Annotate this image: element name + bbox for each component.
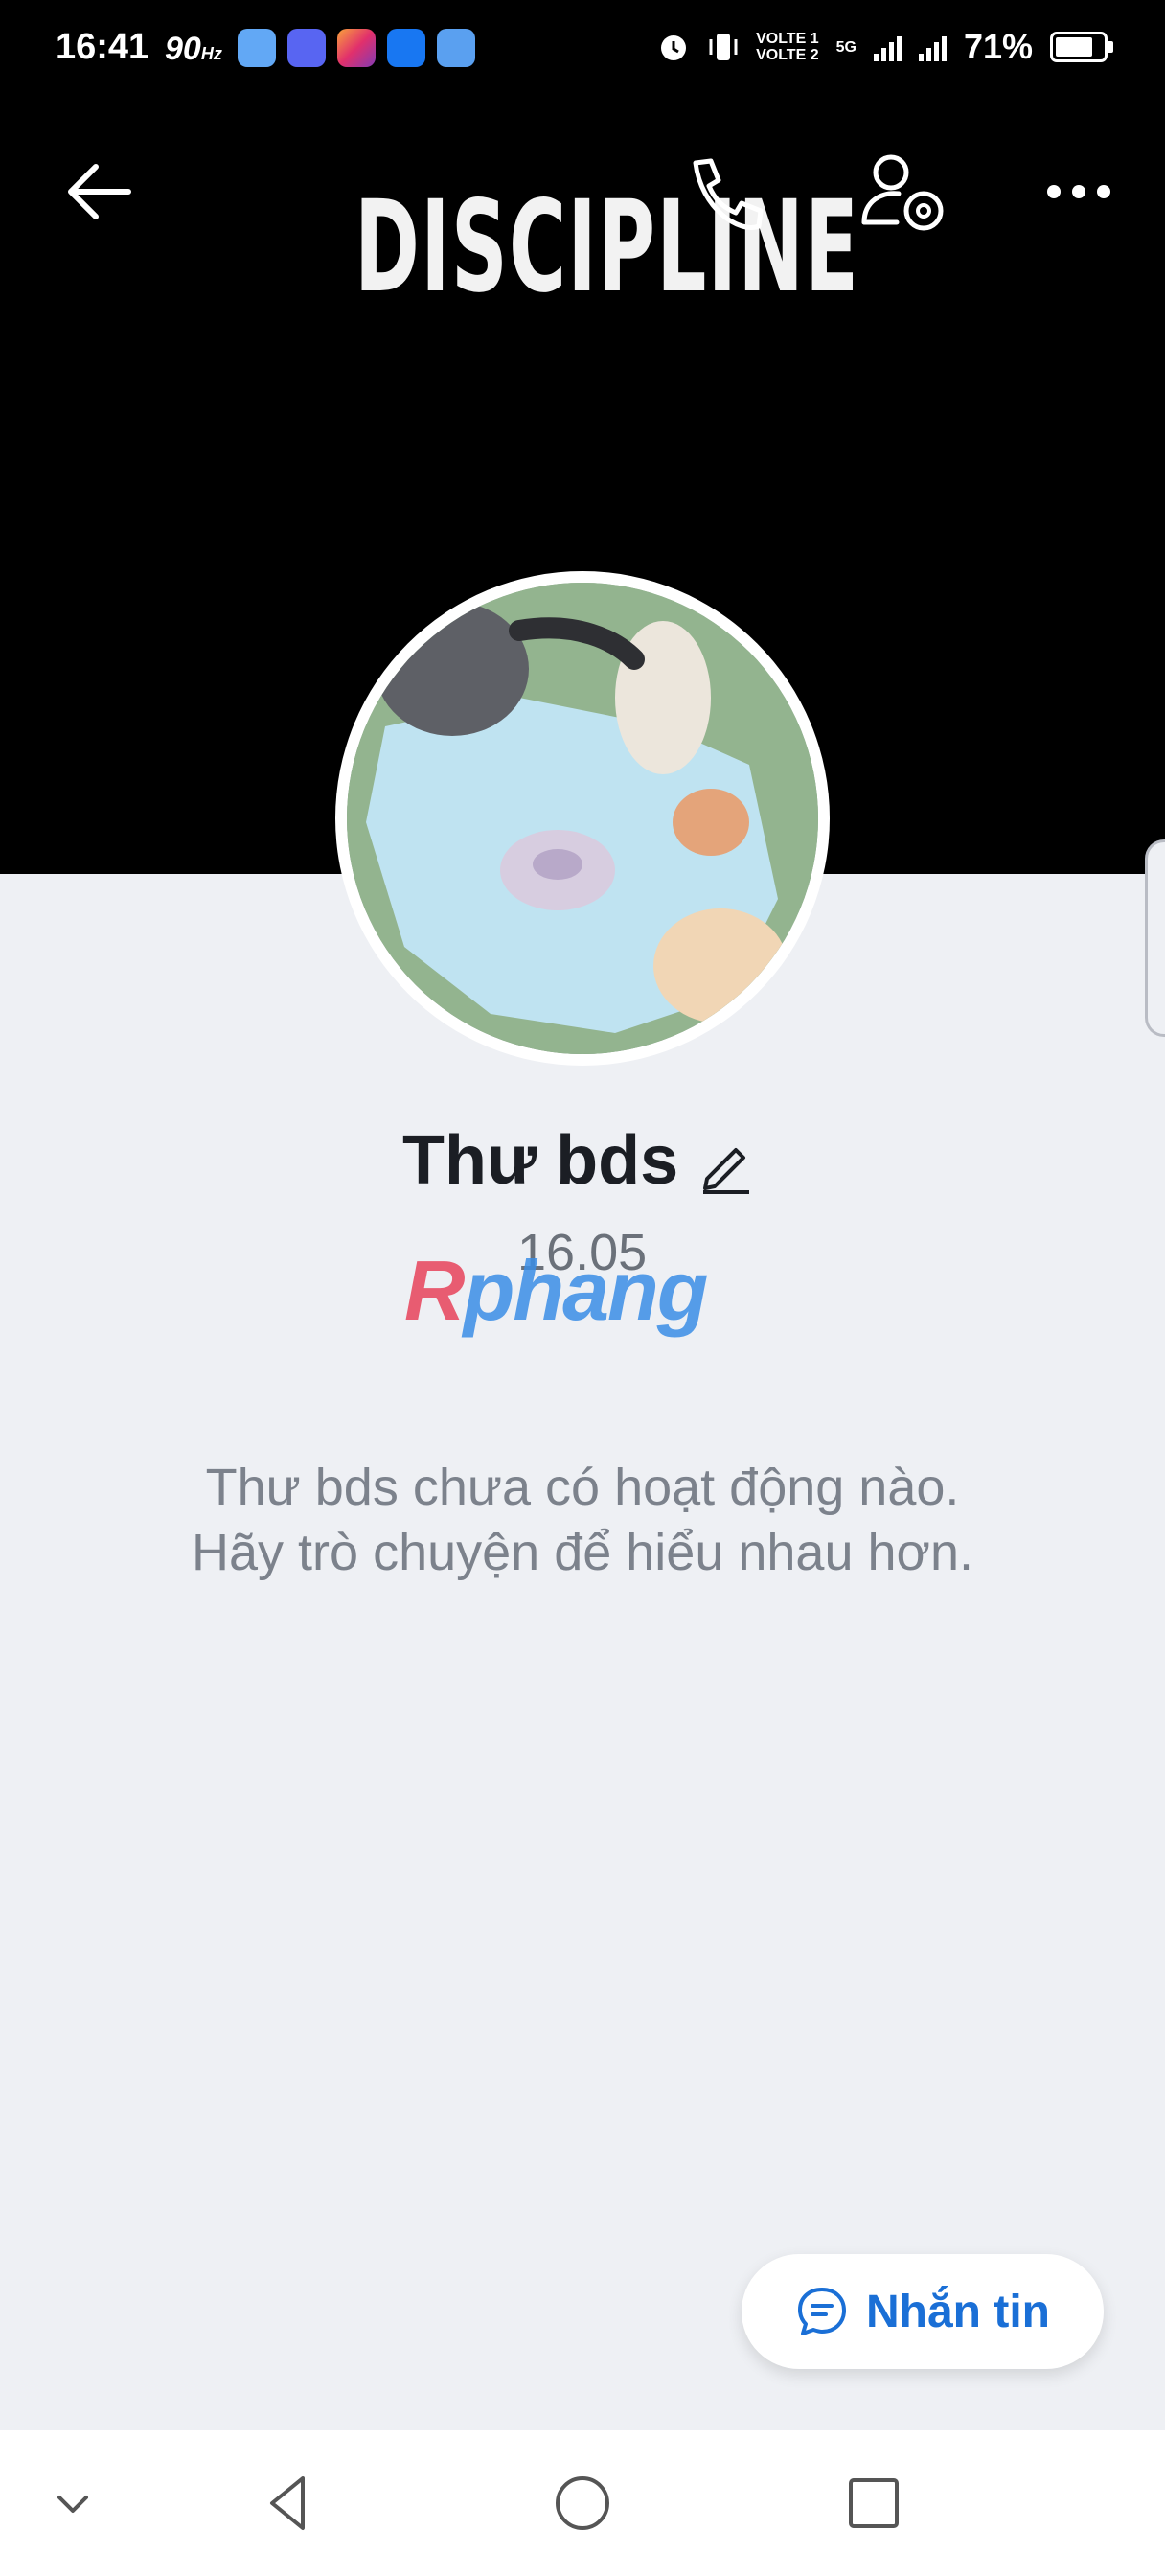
pencil-icon (703, 1148, 749, 1194)
vibrate-icon (709, 34, 738, 60)
empty-line-2: Hãy trò chuyện để hiểu nhau hơn. (192, 1524, 973, 1581)
message-button-label: Nhắn tin (866, 2286, 1050, 2337)
nav-home-button[interactable] (548, 2469, 617, 2538)
status-bar: 16:41 90Hz VOLTE 1 VOLTE 2 5G 71% (0, 0, 1165, 105)
battery-icon (1050, 32, 1113, 62)
empty-line-1: Thư bds chưa có hoạt động nào. (205, 1459, 960, 1516)
facebook-icon (387, 29, 425, 67)
avatar-photo (347, 583, 818, 1054)
signal-icon-2 (918, 33, 947, 61)
discord-icon (287, 29, 326, 67)
volte-indicator: VOLTE 1 VOLTE 2 (756, 31, 819, 63)
nav-recents-button[interactable] (839, 2469, 908, 2538)
messenger-icon (238, 29, 276, 67)
back-button[interactable] (61, 153, 138, 230)
circle-home-icon (556, 2476, 609, 2530)
profile-settings-button[interactable] (858, 151, 950, 238)
more-button[interactable] (1040, 163, 1117, 220)
user-settings-icon (861, 154, 944, 231)
battery-percent: 71% (963, 27, 1033, 66)
alarm-icon (661, 35, 687, 60)
refresh-rate: 90Hz (165, 31, 222, 67)
nav-back-button[interactable] (255, 2469, 324, 2538)
browser-icon (437, 29, 475, 67)
status-indicators: VOLTE 1 VOLTE 2 5G 71% (656, 27, 1113, 67)
empty-activity-text: Thư bds chưa có hoạt động nào. Hãy trò c… (0, 1455, 1165, 1585)
message-button[interactable]: Nhắn tin (742, 2254, 1104, 2369)
call-button[interactable] (682, 153, 768, 240)
cover-text: DISCIPLINE (354, 173, 860, 321)
chevron-down-icon (57, 2496, 88, 2513)
triangle-back-icon (270, 2476, 305, 2530)
side-panel-handle[interactable] (1145, 840, 1165, 1037)
signal-icon-1 (873, 33, 902, 61)
avatar[interactable] (335, 571, 830, 1066)
phone-icon (693, 158, 764, 230)
notification-icons (238, 29, 475, 67)
system-nav-bar (0, 2430, 1165, 2576)
square-recents-icon (849, 2478, 899, 2528)
watermark-logo: Rphang (404, 1243, 709, 1338)
edit-name-button[interactable] (699, 1137, 753, 1194)
network-type: 5G (835, 38, 857, 56)
arrow-left-icon (68, 164, 131, 219)
nav-collapse-button[interactable] (38, 2469, 107, 2538)
more-horizontal-icon (1047, 185, 1110, 198)
chat-bubble-icon (798, 2288, 846, 2335)
profile-name: Thư bds (402, 1122, 679, 1199)
instagram-icon (337, 29, 376, 67)
status-time: 16:41 (56, 27, 149, 67)
